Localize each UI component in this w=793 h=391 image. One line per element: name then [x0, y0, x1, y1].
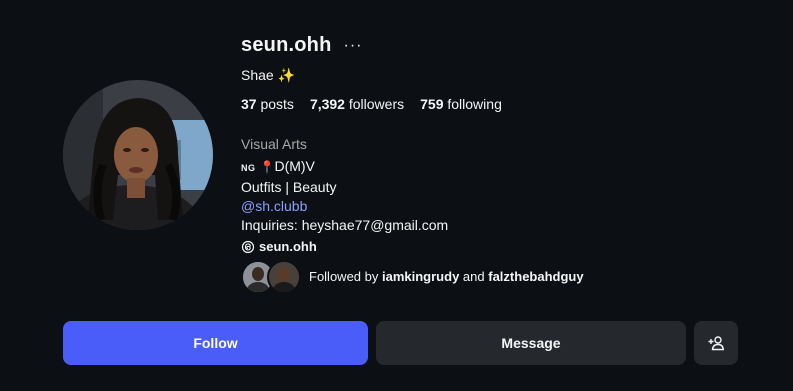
followers-label: followers: [348, 96, 405, 112]
followed-by-joiner: and: [462, 268, 485, 284]
profile-username: seun.ohh: [241, 34, 332, 56]
following-count: 759: [420, 96, 444, 112]
followed-by-prefix: Followed by: [309, 268, 379, 284]
threads-icon: [241, 240, 255, 253]
follow-button[interactable]: Follow: [63, 321, 368, 365]
mutual-avatar-2: [267, 260, 301, 294]
profile-full-name: Shae ✨: [241, 67, 296, 83]
person-add-icon: [708, 336, 724, 351]
more-options-icon[interactable]: ···: [344, 37, 363, 54]
message-button[interactable]: Message: [376, 321, 686, 365]
bio-link[interactable]: @sh.clubb: [241, 197, 448, 216]
followed-by-user-2: falzthebahdguy: [488, 268, 584, 284]
following-label: following: [447, 96, 502, 112]
threads-handle: seun.ohh: [259, 239, 317, 254]
suggested-accounts-button[interactable]: [694, 321, 738, 365]
username-row: seun.ohh ···: [241, 34, 362, 57]
flag-code: NG: [241, 163, 256, 173]
following-stat[interactable]: 759 following: [420, 96, 502, 112]
threads-badge[interactable]: seun.ohh: [241, 237, 448, 256]
bio-location: D(M)V: [274, 158, 315, 174]
posts-label: posts: [260, 96, 294, 112]
profile-category: Visual Arts: [241, 136, 307, 152]
bio-line-2: Outfits | Beauty: [241, 179, 337, 195]
followed-by[interactable]: Followed by iamkingrudy and falzthebahdg…: [241, 260, 584, 294]
bio-location-line: NG 📍D(M)V: [241, 157, 448, 178]
profile-avatar[interactable]: [63, 80, 213, 230]
followed-by-user-1: iamkingrudy: [382, 268, 460, 284]
followers-stat[interactable]: 7,392 followers: [310, 96, 404, 112]
mutual-avatars: [241, 260, 301, 294]
posts-count: 37: [241, 96, 257, 112]
posts-stat: 37 posts: [241, 96, 294, 112]
profile-stats: 37 posts 7,392 followers 759 following: [241, 96, 518, 112]
bio-inquiries: Inquiries: heyshae77@gmail.com: [241, 217, 449, 233]
pin-icon: 📍: [259, 160, 275, 174]
followers-count: 7,392: [309, 96, 345, 112]
profile-bio: Visual Arts NG 📍D(M)V Outfits | Beauty @s…: [241, 135, 448, 256]
